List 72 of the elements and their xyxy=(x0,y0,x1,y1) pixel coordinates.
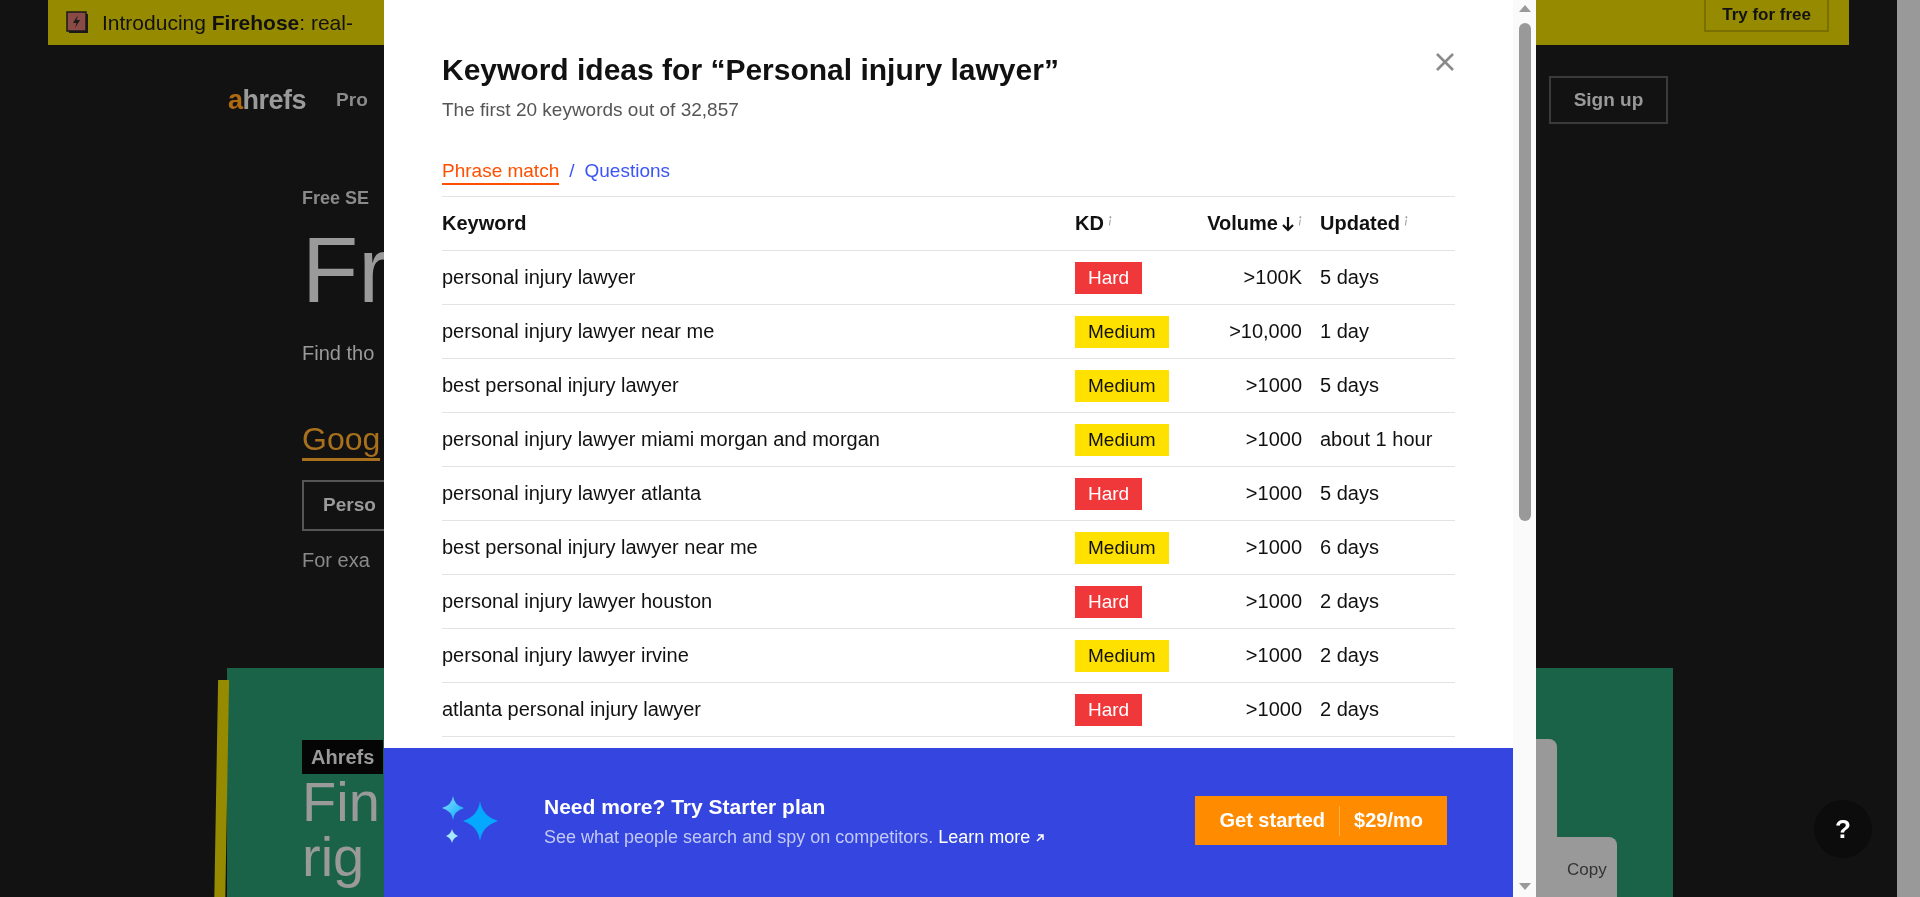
page-scrollbar[interactable] xyxy=(1897,0,1920,897)
volume-cell: >100K xyxy=(1243,266,1302,289)
upgrade-description: See what people search and spy on competitors. xyxy=(544,827,934,847)
keyword-cell[interactable]: personal injury lawyer near me xyxy=(442,320,715,343)
nav-link[interactable]: Pro xyxy=(336,89,368,111)
upgrade-heading: Need more? Try Starter plan xyxy=(544,794,827,820)
updated-cell: 6 days xyxy=(1320,536,1379,559)
volume-cell: >1000 xyxy=(1245,698,1302,721)
hero-lead: Find tho xyxy=(302,341,375,365)
keyword-cell[interactable]: personal injury lawyer irvine xyxy=(442,644,689,667)
keyword-cell[interactable]: personal injury lawyer xyxy=(442,266,636,289)
banner-text: Introducing Firehose: real- xyxy=(102,10,353,35)
arrow-icon xyxy=(1035,833,1046,843)
lightning-icon xyxy=(66,10,90,35)
info-icon[interactable] xyxy=(1404,215,1408,226)
scroll-thumb[interactable] xyxy=(1518,23,1531,521)
hero-heading: Fr xyxy=(302,220,389,320)
updated-cell: 5 days xyxy=(1320,482,1379,505)
volume-cell: >1000 xyxy=(1245,374,1302,397)
updated-cell: 2 days xyxy=(1320,644,1379,667)
dialog-subtitle: The first 20 keywords out of 32,857 xyxy=(442,98,740,122)
keyword-cell[interactable]: personal injury lawyer atlanta xyxy=(442,482,702,505)
difficulty-badge: Hard xyxy=(1075,477,1143,510)
updated-cell: 1 day xyxy=(1320,320,1369,343)
tab-separator: / xyxy=(569,160,575,183)
info-icon[interactable] xyxy=(1107,215,1112,226)
difficulty-badge: Medium xyxy=(1075,369,1169,402)
volume-cell: >1000 xyxy=(1245,590,1302,613)
keyword-cell[interactable]: best personal injury lawyer near me xyxy=(442,536,758,559)
keyword-cell[interactable]: atlanta personal injury lawyer xyxy=(442,698,702,721)
tab[interactable]: Questions xyxy=(584,160,671,183)
card-heading-line: Fin xyxy=(302,774,380,829)
keyword-cell[interactable]: personal injury lawyer houston xyxy=(442,590,713,613)
scroll-down-icon[interactable] xyxy=(1518,883,1531,891)
updated-cell: about 1 hour xyxy=(1320,428,1433,451)
column-header[interactable]: Updated xyxy=(1320,212,1408,235)
volume-cell: >1000 xyxy=(1245,644,1302,667)
keyword-cell[interactable]: personal injury lawyer miami morgan and morgan xyxy=(442,428,880,451)
volume-cell: >10,000 xyxy=(1229,320,1302,343)
updated-cell: 2 days xyxy=(1320,698,1379,721)
example-text: For exa xyxy=(302,548,370,572)
difficulty-badge: Hard xyxy=(1075,261,1143,294)
help-button[interactable]: ? xyxy=(1814,800,1872,858)
column-header[interactable]: Keyword xyxy=(442,212,527,235)
dialog-title: Keyword ideas for “Personal injury lawyer” xyxy=(442,52,1059,88)
eyebrow-text: Free SE xyxy=(302,188,370,208)
scroll-up-icon[interactable] xyxy=(1518,4,1531,12)
difficulty-badge: Medium xyxy=(1075,639,1169,672)
close-icon[interactable] xyxy=(1435,52,1455,72)
difficulty-badge: Medium xyxy=(1075,315,1169,348)
engine-link[interactable]: Goog xyxy=(302,420,381,461)
dialog-scrollbar[interactable] xyxy=(1513,0,1536,897)
column-header[interactable]: KD xyxy=(1075,212,1112,235)
difficulty-badge: Medium xyxy=(1075,423,1169,456)
difficulty-badge: Hard xyxy=(1075,585,1143,618)
info-icon[interactable] xyxy=(1298,215,1302,226)
difficulty-badge: Medium xyxy=(1075,531,1169,564)
updated-cell: 2 days xyxy=(1320,590,1379,613)
keyword-cell[interactable]: best personal injury lawyer xyxy=(442,374,679,397)
volume-cell: >1000 xyxy=(1245,482,1302,505)
updated-cell: 5 days xyxy=(1320,374,1379,397)
updated-cell: 5 days xyxy=(1320,266,1379,289)
learn-more-link[interactable]: Learn more xyxy=(938,827,1046,847)
volume-cell: >1000 xyxy=(1245,536,1302,559)
difficulty-badge: Hard xyxy=(1075,693,1143,726)
sort-down-icon[interactable] xyxy=(1282,215,1294,232)
volume-cell: >1000 xyxy=(1245,428,1302,451)
logo[interactable]: ahrefs xyxy=(228,84,307,116)
card-tag: Ahrefs xyxy=(302,740,384,774)
try-for-free-button[interactable]: Try for free xyxy=(1704,0,1829,32)
sign-up-button[interactable]: Sign up xyxy=(1549,76,1668,124)
column-header[interactable]: Volume xyxy=(1207,212,1302,235)
